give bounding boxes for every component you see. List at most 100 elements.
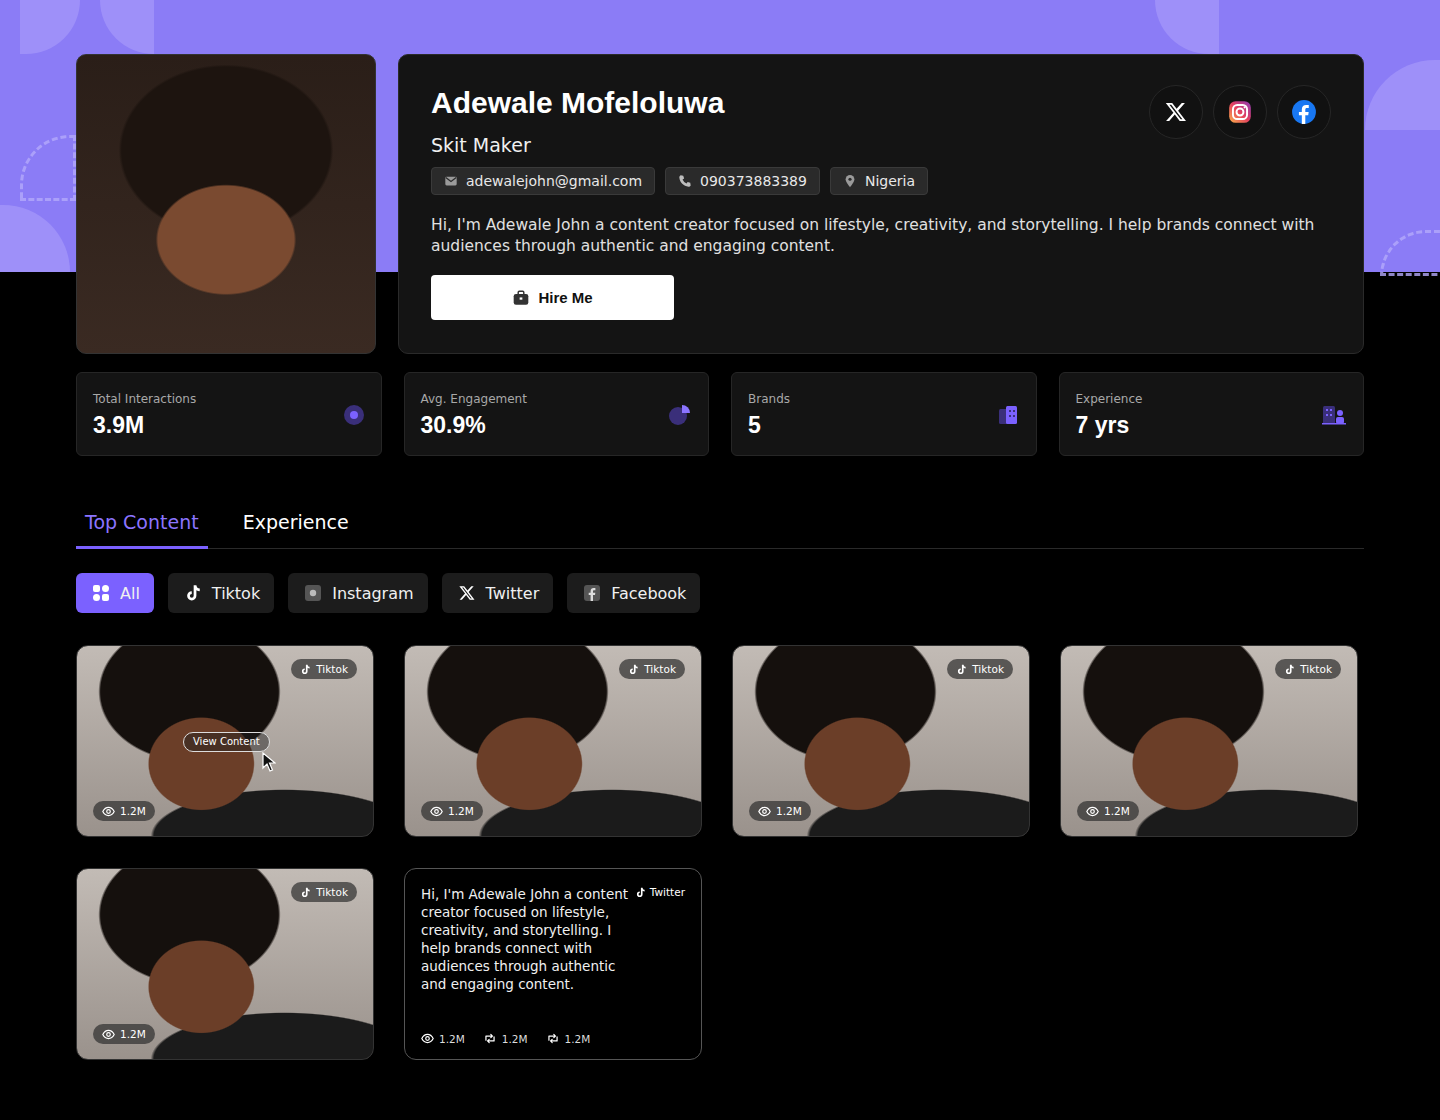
x-button[interactable] [1149, 85, 1203, 139]
x-logo-icon [458, 584, 476, 602]
decoration [100, 0, 154, 54]
mail-icon [444, 174, 458, 188]
views-badge: 1.2M [749, 801, 811, 821]
content-card[interactable]: Tiktok 1.2M View Content [76, 645, 374, 837]
filter-chip[interactable]: Tiktok [168, 573, 274, 613]
content-grid: Tiktok 1.2M View Content Tiktok 1.2M Tiktok 1.… [76, 645, 1364, 1060]
platform-label: Tiktok [1300, 662, 1332, 676]
filter-chip[interactable]: Instagram [288, 573, 427, 613]
tab[interactable]: Top Content [76, 504, 208, 549]
filter-chip[interactable]: All [76, 573, 154, 613]
location-pin-icon [843, 174, 857, 188]
repost-icon [546, 1032, 560, 1045]
filter-label: Facebook [611, 584, 686, 603]
hover-overlay: View Content [77, 646, 373, 836]
tiktok-icon [628, 664, 639, 675]
stat-card: Experience 7 yrs [1059, 372, 1365, 456]
eye-icon [102, 805, 115, 818]
tiktok-icon [956, 664, 967, 675]
views-count: 1.2M [120, 804, 146, 818]
views-stat: 1.2M [421, 1032, 465, 1045]
views-badge: 1.2M [93, 801, 155, 821]
hover-overlay [77, 869, 373, 1059]
views-count: 1.2M [439, 1033, 465, 1045]
location-chip: Nigeria [830, 167, 928, 195]
views-count: 1.2M [1104, 804, 1130, 818]
stat-card: Total Interactions 3.9M [76, 372, 382, 456]
views-badge: 1.2M [421, 801, 483, 821]
experience-office-icon [1321, 403, 1347, 427]
filter-label: All [120, 584, 140, 603]
platform-label: Tiktok [644, 662, 676, 676]
profile-bio: Hi, I'm Adewale John a content creator f… [431, 215, 1331, 257]
platform-filters: All Tiktok Instagram Twitter Facebook [76, 573, 1364, 613]
decoration [1155, 0, 1219, 54]
decoration [0, 205, 70, 272]
tiktok-icon [300, 664, 311, 675]
filter-label: Twitter [486, 584, 540, 603]
content-card[interactable]: Hi, I'm Adewale John a content creator f… [404, 868, 702, 1060]
views-badge: 1.2M [93, 1024, 155, 1044]
profile-name: Adewale Mofeloluwa [431, 85, 724, 121]
eye-icon [1086, 805, 1099, 818]
contact-chips: adewalejohn@gmail.com 090373883389 Nigeria [431, 167, 1331, 195]
email-chip: adewalejohn@gmail.com [431, 167, 655, 195]
interactions-icon [343, 404, 365, 426]
instagram-logo-icon [1227, 99, 1253, 125]
location: Nigeria [865, 172, 915, 190]
content-card[interactable]: Tiktok 1.2M [732, 645, 1030, 837]
stat-value: 7 yrs [1076, 411, 1143, 439]
views-count: 1.2M [120, 1027, 146, 1041]
platform-label: Tiktok [316, 662, 348, 676]
stat-value: 3.9M [93, 411, 196, 439]
tab[interactable]: Experience [234, 504, 358, 549]
instagram-button[interactable] [1213, 85, 1267, 139]
platform-badge: Tiktok [619, 659, 685, 679]
platform-label: Tiktok [316, 885, 348, 899]
view-content-button[interactable]: View Content [183, 732, 270, 752]
all-grid-icon [92, 584, 110, 602]
instagram-icon [304, 584, 322, 602]
filter-chip[interactable]: Twitter [442, 573, 554, 613]
stat-label: Total Interactions [93, 391, 196, 407]
platform-badge: Tiktok [947, 659, 1013, 679]
post-stats: 1.2M 1.2M 1.2M [421, 1032, 685, 1045]
profile-page: Adewale MofeloluwaSkit Makeradewalejohn@… [0, 0, 1440, 1100]
mouse-cursor-icon [262, 752, 276, 776]
content-card[interactable]: Tiktok 1.2M [76, 868, 374, 1060]
decoration [1380, 230, 1440, 276]
hire-button[interactable]: Hire Me [431, 275, 674, 320]
engagement-pie-icon [668, 403, 692, 427]
filter-chip[interactable]: Facebook [567, 573, 700, 613]
views-count: 1.2M [776, 804, 802, 818]
brands-building-icon [996, 403, 1020, 427]
hover-overlay [1061, 646, 1357, 836]
x-logo-icon [1164, 100, 1188, 124]
stat-label: Avg. Engagement [421, 391, 527, 407]
profile-photo [76, 54, 376, 354]
reposts-stat: 1.2M [483, 1032, 528, 1045]
phone: 090373883389 [700, 172, 807, 190]
content-card[interactable]: Tiktok 1.2M [404, 645, 702, 837]
hover-overlay [405, 646, 701, 836]
tiktok-icon [1284, 664, 1295, 675]
facebook-icon [583, 584, 601, 602]
content-card[interactable]: Tiktok 1.2M [1060, 645, 1358, 837]
stat-value: 5 [748, 411, 790, 439]
eye-icon [430, 805, 443, 818]
email: adewalejohn@gmail.com [466, 172, 642, 190]
platform-badge: Tiktok [1275, 659, 1341, 679]
reposts-count: 1.2M [502, 1033, 528, 1045]
filter-label: Instagram [332, 584, 413, 603]
tiktok-icon [300, 887, 311, 898]
hover-overlay [733, 646, 1029, 836]
eye-icon [758, 805, 771, 818]
stat-label: Brands [748, 391, 790, 407]
shares-count: 1.2M [565, 1033, 591, 1045]
stat-label: Experience [1076, 391, 1143, 407]
platform-badge: Tiktok [291, 882, 357, 902]
tab-bar: Top Content Experience [76, 504, 1364, 549]
profile-header: Adewale MofeloluwaSkit Makeradewalejohn@… [76, 54, 1364, 354]
facebook-button[interactable] [1277, 85, 1331, 139]
profile-card: Adewale MofeloluwaSkit Makeradewalejohn@… [398, 54, 1364, 354]
